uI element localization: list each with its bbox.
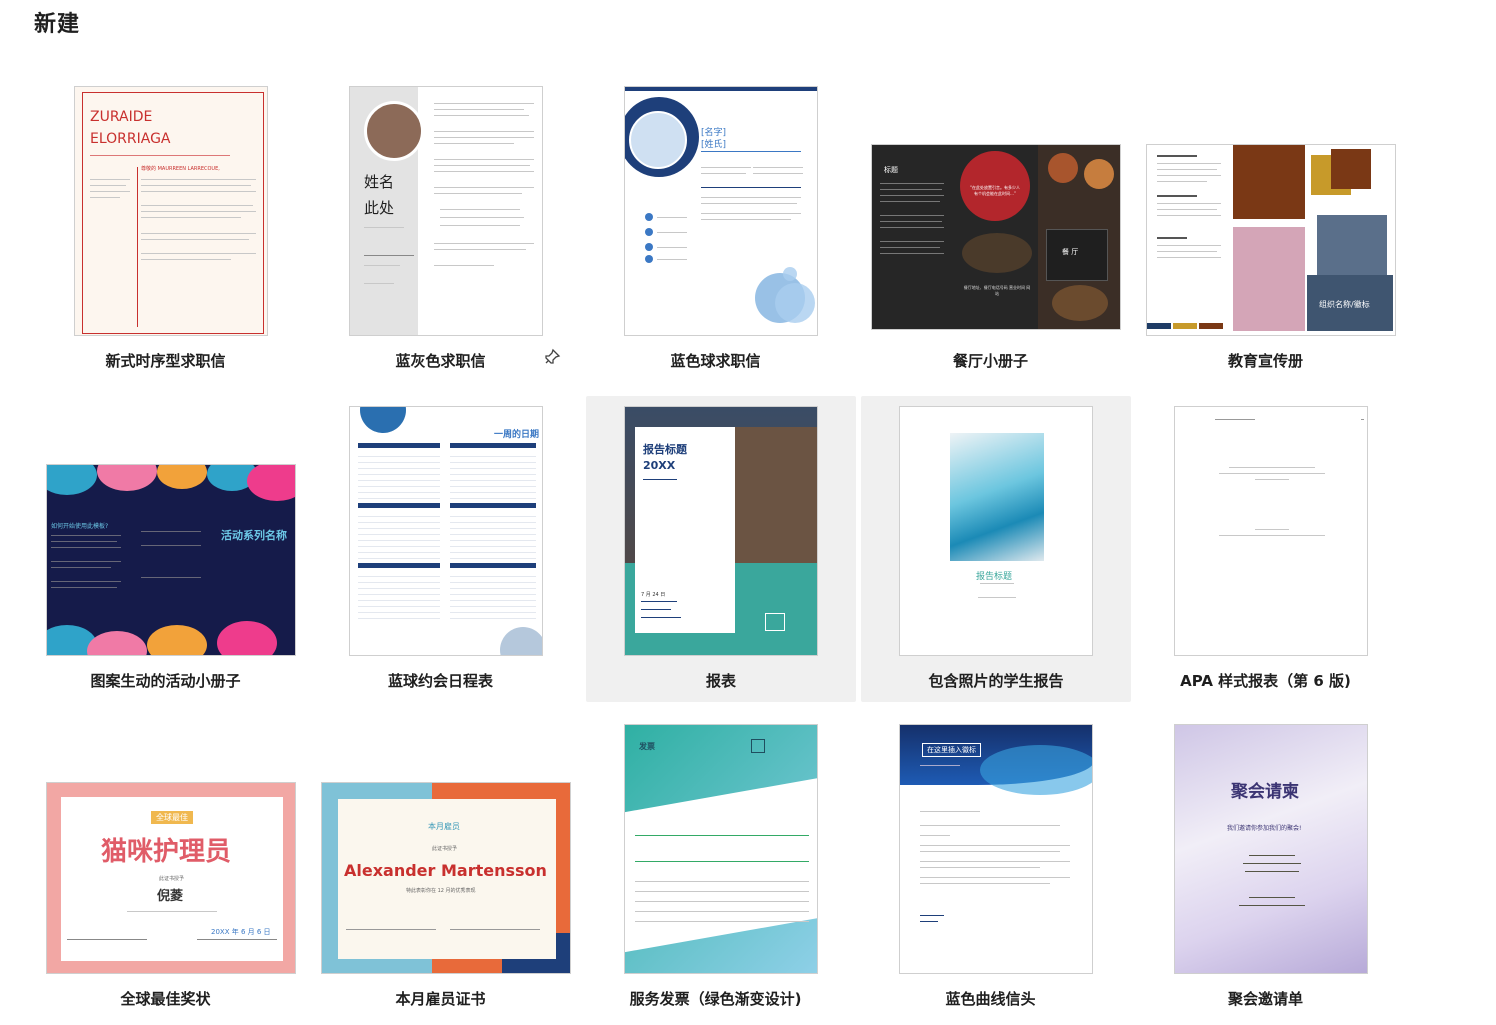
template-thumbnail: 报告标题 20XX 7 月 24 日 — [624, 406, 818, 656]
template-label: 蓝灰色求职信 — [395, 352, 486, 370]
template-label: 报表 — [705, 672, 736, 690]
template-thumbnail: 全球最佳 猫咪护理员 此证书授予 倪菱 20XX 年 6 月 6 日 — [46, 782, 296, 974]
template-thumbnail: 本月雇员 此证书授予 Alexander Martensson 特此表彰你在 1… — [321, 782, 571, 974]
template-thumbnail: 组织名称/徽标 — [1146, 144, 1396, 336]
template-card-party-invitation[interactable]: 聚会请柬 我们邀请你参加我们的聚会! 聚会邀请单 — [1128, 718, 1403, 1022]
template-label: 图案生动的活动小册子 — [90, 672, 241, 690]
template-card-best-award-certificate[interactable]: 全球最佳 猫咪护理员 此证书授予 倪菱 20XX 年 6 月 6 日 全球最佳奖… — [28, 718, 303, 1022]
template-card-blue-sphere-cover-letter[interactable]: [名字] [姓氏] 蓝色球求职信 — [578, 80, 853, 384]
template-thumbnail: 聚会请柬 我们邀请你参加我们的聚会! — [1174, 724, 1368, 974]
template-card-blue-curve-letterhead[interactable]: 在这里插入徽标 蓝色曲线信头 — [853, 718, 1128, 1022]
template-thumbnail: 姓名 此处 — [349, 86, 543, 336]
template-label: 蓝色曲线信头 — [945, 990, 1036, 1008]
template-thumbnail: 报告标题 — [899, 406, 1093, 656]
template-label: 服务发票（绿色渐变设计) — [629, 990, 802, 1008]
template-card-blue-sphere-appointment-calendar[interactable]: 一周的日期 蓝球约会日程表 — [303, 400, 578, 704]
template-label: 教育宣传册 — [1227, 352, 1303, 370]
template-thumbnail — [1174, 406, 1368, 656]
template-thumbnail: 如何开始使用此模板? 活动系列名称 — [46, 464, 296, 656]
template-label: 全球最佳奖状 — [120, 990, 211, 1008]
template-card-report[interactable]: 报告标题 20XX 7 月 24 日 报表 — [586, 396, 856, 702]
pin-icon[interactable] — [543, 348, 561, 370]
template-card-modern-chronological-cover-letter[interactable]: ZURAIDE ELORRIAGA 尊敬的 MAURREEN LARRECOUE… — [28, 80, 303, 384]
template-label: APA 样式报表（第 6 版) — [1180, 672, 1351, 690]
template-thumbnail: 一周的日期 — [349, 406, 543, 656]
template-card-blue-gray-cover-letter[interactable]: 姓名 此处 蓝灰色求职信 — [303, 80, 578, 384]
template-thumbnail: 在这里插入徽标 — [899, 724, 1093, 974]
template-thumbnail: [名字] [姓氏] — [624, 86, 818, 336]
template-card-apa-style-report[interactable]: APA 样式报表（第 6 版) — [1128, 400, 1403, 704]
template-label: 包含照片的学生报告 — [928, 672, 1064, 690]
template-thumbnail: ZURAIDE ELORRIAGA 尊敬的 MAURREEN LARRECOUE… — [74, 86, 268, 336]
template-card-restaurant-brochure[interactable]: 标题 “在此处放置引言。有多少人有个机会能在此时间…” 餐厅地址、餐厅电话号码 … — [853, 80, 1128, 384]
template-label: 蓝球约会日程表 — [387, 672, 493, 690]
template-card-education-brochure[interactable]: 组织名称/徽标 教育宣传册 — [1128, 80, 1403, 384]
page-title: 新建 — [34, 12, 81, 37]
template-thumbnail: 标题 “在此处放置引言。有多少人有个机会能在此时间…” 餐厅地址、餐厅电话号码 … — [871, 144, 1121, 330]
template-label: 聚会邀请单 — [1227, 990, 1303, 1008]
template-label: 新式时序型求职信 — [105, 352, 226, 370]
template-label: 蓝色球求职信 — [670, 352, 761, 370]
template-card-student-report-with-photo[interactable]: 报告标题 包含照片的学生报告 — [861, 396, 1131, 702]
template-card-service-invoice-green-gradient[interactable]: 发票 服务发票（绿色渐变设计) — [578, 718, 853, 1022]
avatar — [364, 101, 424, 161]
template-card-vivid-event-brochure[interactable]: 如何开始使用此模板? 活动系列名称 图案生动的活动小册子 — [28, 400, 303, 704]
template-label: 本月雇员证书 — [395, 990, 486, 1008]
template-card-employee-of-month-certificate[interactable]: 本月雇员 此证书授予 Alexander Martensson 特此表彰你在 1… — [303, 718, 578, 1022]
template-label: 餐厅小册子 — [952, 352, 1028, 370]
template-thumbnail: 发票 — [624, 724, 818, 974]
